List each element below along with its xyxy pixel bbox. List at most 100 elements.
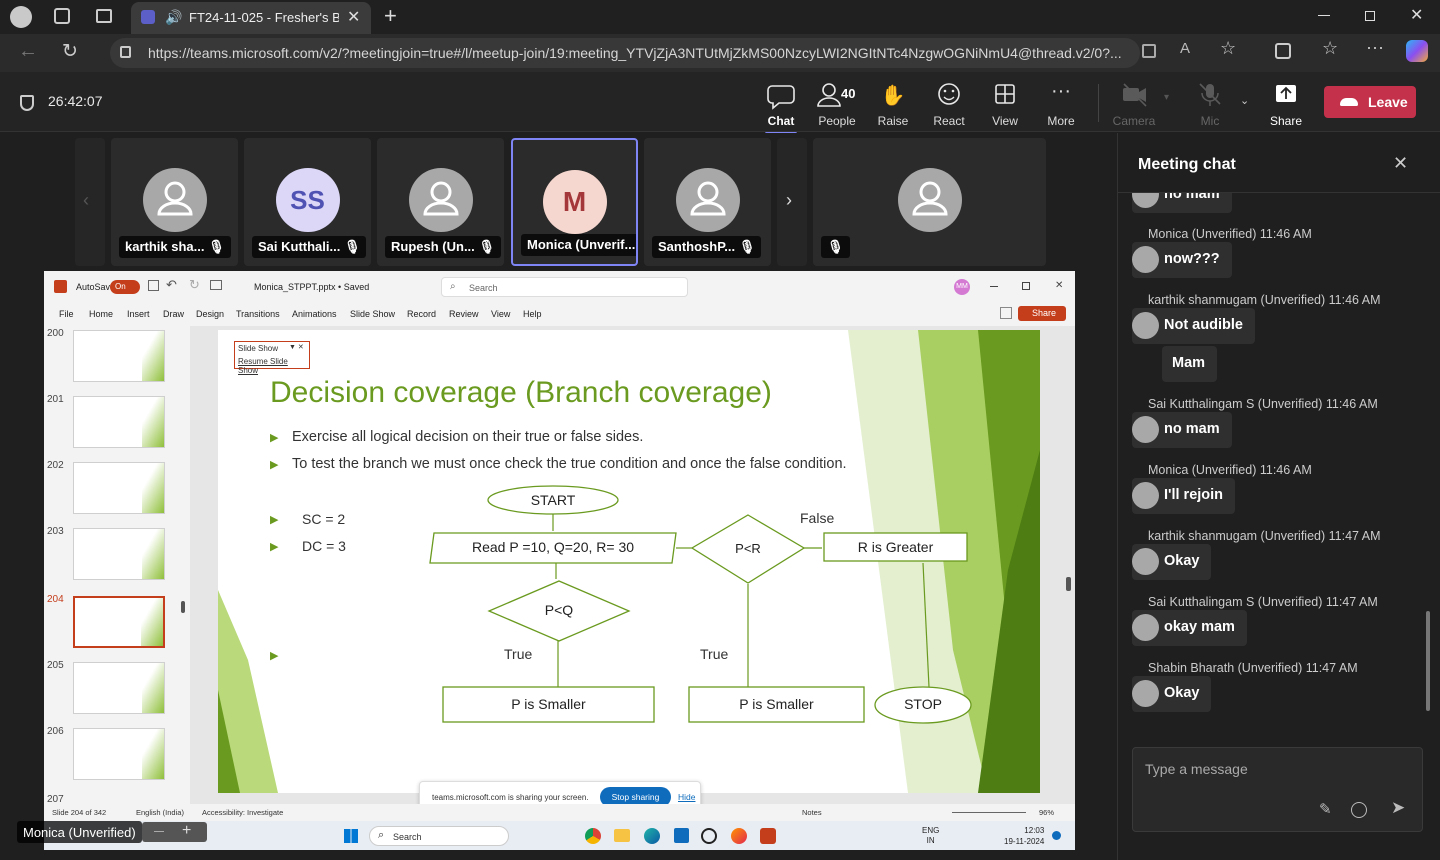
participant-tile[interactable]: SanthoshP... 🎙 <box>644 138 771 266</box>
tab-close-icon[interactable]: ✕ <box>347 7 360 27</box>
view-button[interactable]: View <box>977 80 1033 128</box>
ppt-share-button[interactable]: Share <box>1018 306 1066 321</box>
powerpoint-taskbar-icon[interactable] <box>760 828 776 844</box>
people-button[interactable]: 40 People <box>809 80 865 128</box>
chat-message[interactable]: okay mam <box>1132 610 1247 646</box>
ribbon-tab-file[interactable]: File <box>59 309 74 319</box>
camera-options-icon[interactable]: ▾ <box>1164 92 1169 103</box>
chat-message[interactable]: Not audible <box>1132 308 1255 344</box>
notification-icon[interactable] <box>1052 831 1061 840</box>
chat-message[interactable]: Okay <box>1132 676 1212 712</box>
message-compose-box[interactable]: Type a message ✎ ➤ <box>1132 747 1423 832</box>
store-icon[interactable] <box>674 828 689 843</box>
slide-thumbnail[interactable] <box>73 662 165 714</box>
more-button[interactable]: ··· More <box>1033 80 1089 128</box>
slide-thumbnail[interactable] <box>73 528 165 580</box>
refresh-icon[interactable]: ↻ <box>62 40 78 63</box>
taskbar-search[interactable]: ⌕ Search <box>369 826 509 846</box>
slide-thumbnail[interactable] <box>73 462 165 514</box>
ppt-search-box[interactable]: ⌕ Search <box>441 277 688 297</box>
ribbon-tab-animations[interactable]: Animations <box>292 309 337 319</box>
ribbon-tab-view[interactable]: View <box>491 309 510 319</box>
shared-screen[interactable]: AutoSave On ↶ ↻ Monica_STPPT.pptx • Save… <box>44 271 1075 850</box>
comments-icon[interactable] <box>1000 307 1012 319</box>
format-icon[interactable]: ✎ <box>1319 800 1332 818</box>
leave-button[interactable]: Leave <box>1324 86 1416 118</box>
stage-controls[interactable]: + <box>142 822 207 842</box>
scroll-prev-button[interactable]: ‹ <box>75 138 105 266</box>
present-icon[interactable] <box>210 280 222 290</box>
slide-scrollbar[interactable] <box>1066 577 1071 591</box>
send-icon[interactable]: ➤ <box>1391 798 1405 818</box>
copilot-icon[interactable] <box>1406 40 1428 62</box>
extensions-icon[interactable] <box>1275 43 1291 59</box>
zoom-slider[interactable] <box>952 812 1026 813</box>
slide-thumbnail[interactable] <box>73 330 165 382</box>
app-available-icon[interactable] <box>1142 44 1156 58</box>
slide-thumbnail[interactable] <box>73 728 165 780</box>
new-tab-icon[interactable]: + <box>384 3 397 29</box>
mic-options-icon[interactable]: ⌄ <box>1240 94 1249 107</box>
tab-actions-icon[interactable] <box>96 9 112 23</box>
speaker-icon[interactable]: 🔊 <box>165 9 182 26</box>
workspaces-icon[interactable] <box>54 8 70 24</box>
profile-icon[interactable] <box>10 6 32 28</box>
chat-message[interactable]: now??? <box>1132 242 1232 278</box>
windows-start-icon[interactable] <box>344 829 358 843</box>
active-tab[interactable]: 🔊 FT24-11-025 - Fresher's Batc ✕ <box>131 2 371 34</box>
mic-button[interactable]: Mic <box>1182 80 1238 128</box>
chat-message[interactable]: no mam <box>1132 412 1232 448</box>
more-icon[interactable]: ··· <box>1366 37 1384 58</box>
zoom-level[interactable]: 96% <box>1039 808 1054 817</box>
ribbon-tab-help[interactable]: Help <box>523 309 542 319</box>
participant-tile-speaking[interactable]: M Monica (Unverif... <box>511 138 638 266</box>
participant-tile[interactable]: 🎙 <box>813 138 1046 266</box>
ribbon-tab-review[interactable]: Review <box>449 309 479 319</box>
chat-message[interactable]: Mam <box>1162 346 1218 382</box>
minimize-icon[interactable] <box>1318 15 1330 16</box>
participant-tile[interactable]: karthik sha... 🎙 <box>111 138 238 266</box>
language-status[interactable]: English (India) <box>136 808 184 817</box>
read-aloud-icon[interactable]: A <box>1180 40 1190 57</box>
ribbon-tab-draw[interactable]: Draw <box>163 309 184 319</box>
share-button[interactable]: Share <box>1258 80 1314 128</box>
accessibility-status[interactable]: Accessibility: Investigate <box>202 808 283 817</box>
react-button[interactable]: React <box>921 80 977 128</box>
emoji-icon[interactable] <box>1351 802 1367 818</box>
file-name[interactable]: Monica_STPPT.pptx • Saved <box>254 282 369 292</box>
chat-scrollbar[interactable] <box>1426 611 1430 711</box>
thumbnail-scrollbar[interactable] <box>181 601 185 613</box>
chat-button[interactable]: Chat <box>753 80 809 135</box>
slide-thumbnail-current[interactable] <box>73 596 165 648</box>
autosave-toggle[interactable]: On <box>110 280 140 294</box>
firefox-icon[interactable] <box>731 828 747 844</box>
favorite-icon[interactable]: ☆ <box>1220 38 1236 59</box>
chrome-icon[interactable] <box>585 828 601 844</box>
close-window-icon[interactable]: ✕ <box>1410 5 1423 25</box>
participant-tile[interactable]: Rupesh (Un... 🎙 <box>377 138 504 266</box>
close-chat-icon[interactable]: ✕ <box>1393 153 1408 174</box>
participant-tile[interactable]: SS Sai Kutthali... 🎙 <box>244 138 371 266</box>
dell-icon[interactable] <box>701 828 717 844</box>
back-icon[interactable]: ← <box>18 40 38 63</box>
favorites-bar-icon[interactable]: ☆ <box>1322 38 1338 59</box>
edge-icon[interactable] <box>644 828 660 844</box>
ppt-close-icon[interactable]: ✕ <box>1055 280 1063 291</box>
ribbon-tab-design[interactable]: Design <box>196 309 224 319</box>
ribbon-tab-insert[interactable]: Insert <box>127 309 150 319</box>
raise-hand-button[interactable]: ✋ Raise <box>865 80 921 128</box>
restore-icon[interactable] <box>1365 11 1375 21</box>
hide-link[interactable]: Hide <box>678 792 695 802</box>
ppt-restore-icon[interactable] <box>1022 282 1030 290</box>
ribbon-tab-transitions[interactable]: Transitions <box>236 309 280 319</box>
ppt-minimize-icon[interactable] <box>990 286 998 287</box>
chat-message[interactable]: Okay <box>1132 544 1212 580</box>
ribbon-tab-slideshow[interactable]: Slide Show <box>350 309 395 319</box>
notes-button[interactable]: Notes <box>802 808 822 817</box>
camera-button[interactable]: Camera <box>1106 80 1162 128</box>
undo-icon[interactable]: ↶ <box>166 277 177 293</box>
redo-icon[interactable]: ↻ <box>189 277 200 293</box>
ribbon-tab-record[interactable]: Record <box>407 309 436 319</box>
clock[interactable]: 12:03 19-11-2024 <box>1004 825 1044 847</box>
url-field[interactable]: https://teams.microsoft.com/v2/?meetingj… <box>110 38 1140 68</box>
